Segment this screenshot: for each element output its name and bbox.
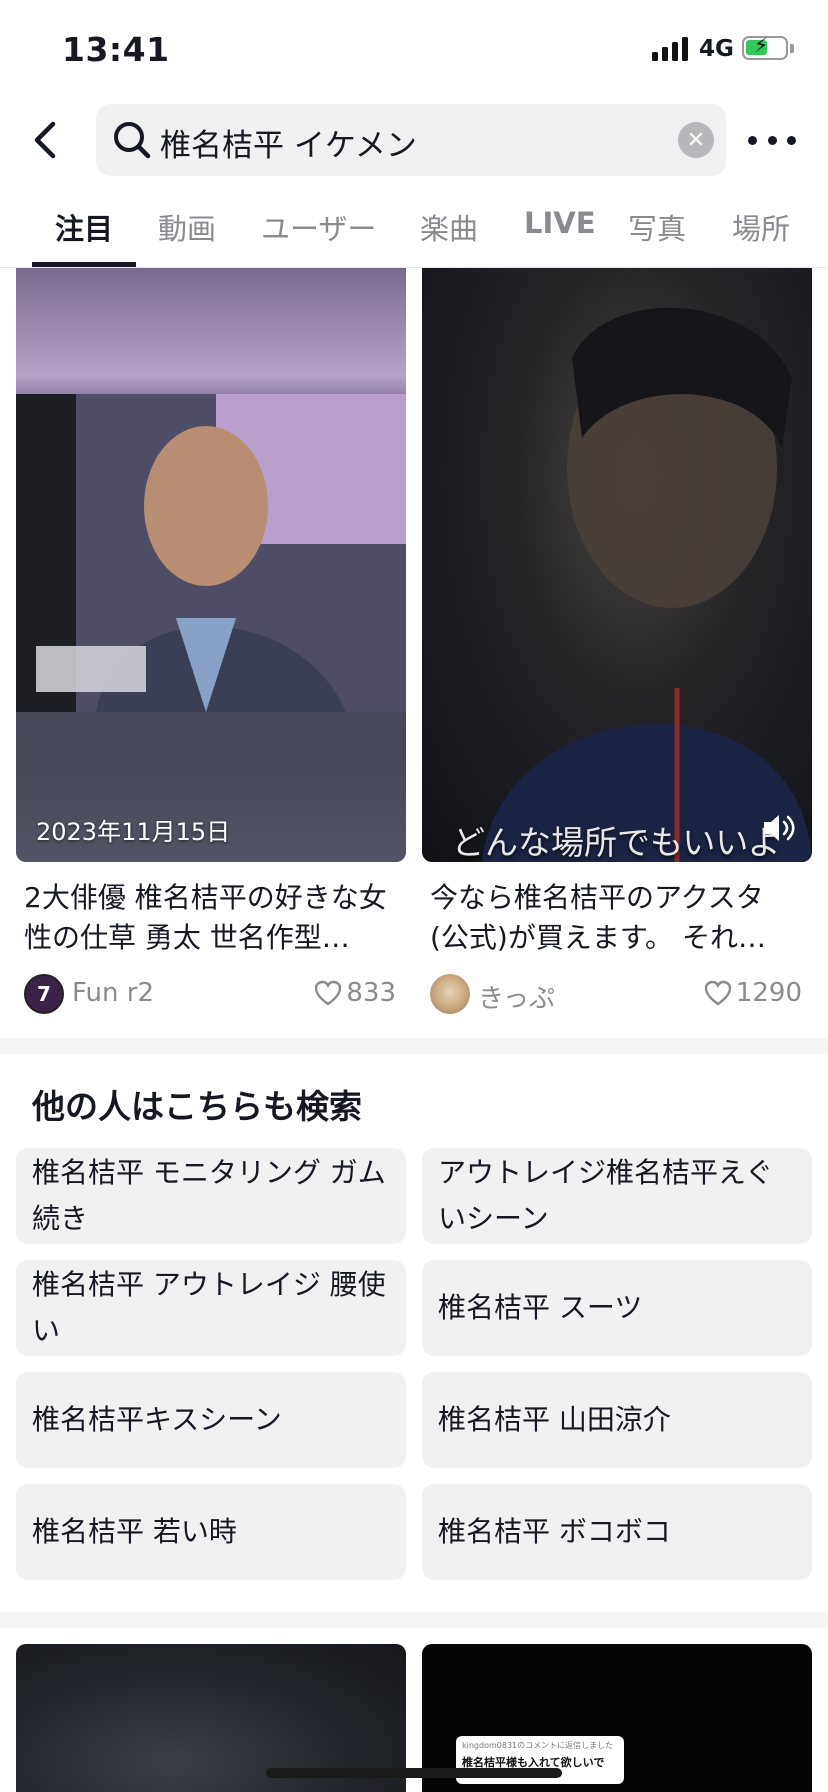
author-name[interactable]: Fun r2: [72, 978, 154, 1008]
related-search-chip[interactable]: 椎名桔平 ボコボコ: [422, 1484, 812, 1580]
status-time: 13:41: [62, 30, 170, 69]
related-search-chip[interactable]: 椎名桔平 スーツ: [422, 1260, 812, 1356]
signal-icon: [652, 37, 690, 61]
search-icon: [114, 122, 151, 159]
back-button[interactable]: [24, 112, 66, 168]
video-thumbnail[interactable]: 2023年11月15日: [16, 268, 406, 862]
dot: [748, 135, 757, 145]
related-search-chip[interactable]: アウトレイジ椎名桔平えぐいシーン: [422, 1148, 812, 1244]
section-divider: [0, 1038, 828, 1054]
related-search-chip[interactable]: 椎名桔平 モニタリング ガム続き: [16, 1148, 406, 1244]
avatar[interactable]: [430, 974, 470, 1014]
home-indicator: [266, 1768, 562, 1778]
tab-places[interactable]: 場所: [732, 206, 790, 248]
like-count: 833: [314, 978, 396, 1008]
related-searches-title: 他の人はこちらも検索: [32, 1087, 362, 1126]
video-title[interactable]: 今なら椎名桔平のアクスタ(公式)が買えます。 それ…: [422, 878, 802, 958]
search-query[interactable]: 椎名桔平 イケメン: [160, 120, 417, 165]
like-count: 1290: [704, 978, 802, 1008]
active-tab-indicator: [32, 262, 136, 267]
author-name[interactable]: きっぷ: [478, 978, 555, 1015]
related-search-chip[interactable]: 椎名桔平 アウトレイジ 腰使い: [16, 1260, 406, 1356]
thumbnail-art: [16, 394, 406, 862]
clear-icon[interactable]: ✕: [678, 122, 714, 158]
heart-icon: [315, 980, 342, 1006]
tab-videos[interactable]: 動画: [158, 206, 216, 248]
video-title[interactable]: 2大俳優 椎名桔平の好きな女性の仕草 勇太 世名作型…: [16, 878, 396, 958]
video-date-overlay: 2023年11月15日: [36, 818, 231, 846]
tab-users[interactable]: ユーザー: [261, 206, 376, 248]
thumbnail-art: [482, 307, 812, 862]
tab-featured[interactable]: 注目: [55, 206, 113, 248]
video-thumbnail[interactable]: どんな場所でもいいよ: [422, 268, 812, 862]
related-search-chip[interactable]: 椎名桔平 山田涼介: [422, 1372, 812, 1468]
status-bar: 13:41 4G ⚡: [0, 0, 828, 96]
related-search-chip[interactable]: 椎名桔平 若い時: [16, 1484, 406, 1580]
search-input[interactable]: 椎名桔平 イケメン ✕: [96, 104, 726, 176]
chevron-left-icon: [34, 121, 56, 159]
video-caption-overlay: どんな場所でもいいよ: [452, 823, 781, 862]
avatar[interactable]: 7: [24, 974, 64, 1014]
tab-music[interactable]: 楽曲: [420, 206, 478, 248]
heart-icon: [704, 980, 732, 1006]
tab-photos[interactable]: 写真: [628, 206, 686, 248]
network-label: 4G: [699, 36, 734, 62]
search-tabs: 注目 動画 ユーザー 楽曲 LIVE 写真 場所: [0, 196, 828, 268]
related-search-chip[interactable]: 椎名桔平キスシーン: [16, 1372, 406, 1468]
sound-icon[interactable]: [758, 808, 798, 848]
video-meta: きっぷ 1290: [422, 972, 812, 1016]
section-divider: [0, 1612, 828, 1628]
comment-header: kingdom0831のコメントに返信しました: [462, 1741, 614, 1750]
video-meta: 7 Fun r2 833: [16, 972, 406, 1016]
tab-live[interactable]: LIVE: [524, 206, 596, 240]
like-count-value: 833: [346, 978, 396, 1008]
dot: [787, 135, 796, 145]
like-count-value: 1290: [735, 978, 802, 1008]
video-card[interactable]: どんな場所でもいいよ 今なら椎名桔平のアクスタ(公式)が買えます。 それ… きっ…: [422, 268, 812, 1016]
more-options-button[interactable]: [748, 120, 796, 160]
dot: [767, 135, 777, 145]
battery-tip: [790, 44, 794, 53]
battery-icon: ⚡: [742, 35, 788, 60]
video-card[interactable]: 2023年11月15日 2大俳優 椎名桔平の好きな女性の仕草 勇太 世名作型… …: [16, 268, 406, 1016]
